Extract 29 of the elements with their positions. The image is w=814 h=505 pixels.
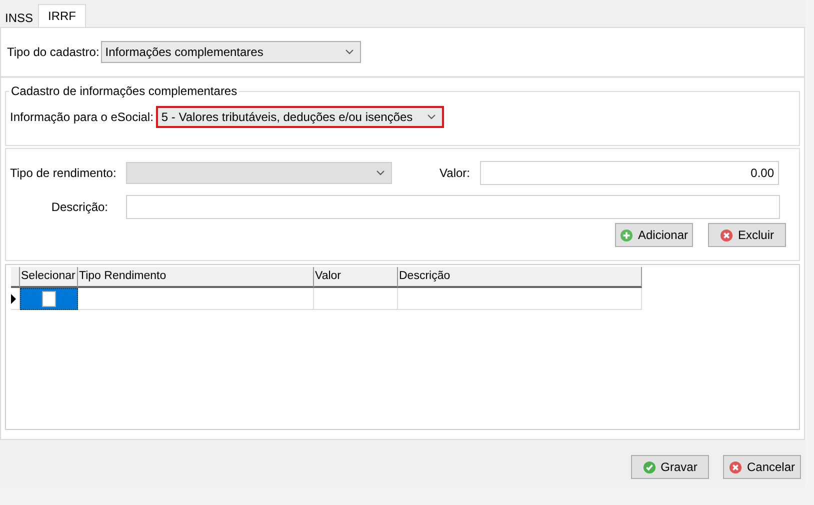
field-label: Tipo de rendimento:	[10, 166, 118, 180]
field-label: Descrição:	[50, 200, 108, 214]
checkbox[interactable]	[42, 291, 56, 307]
x-icon	[720, 228, 733, 242]
description-input[interactable]	[126, 195, 780, 219]
chevron-down-icon	[427, 114, 436, 120]
registration-type-dropdown[interactable]: Informações complementares	[101, 41, 362, 63]
group-title: Cadastro de informações complementares	[10, 84, 238, 98]
plus-icon	[620, 228, 633, 242]
column-header[interactable]: Tipo Rendimento	[78, 267, 314, 288]
column-header[interactable]: Valor	[314, 267, 398, 288]
save-button[interactable]: Gravar	[631, 455, 709, 479]
column-header[interactable]: Descrição	[398, 267, 642, 288]
field-label: Informação para o eSocial:	[10, 110, 154, 124]
field-label: Tipo do cadastro:	[7, 45, 100, 59]
checkmark-icon	[642, 460, 656, 474]
row-pointer-icon	[11, 294, 16, 304]
cancel-button[interactable]: Cancelar	[723, 455, 801, 479]
x-icon	[728, 460, 742, 474]
delete-button[interactable]: Excluir	[708, 223, 786, 247]
chevron-down-icon	[376, 170, 385, 176]
esocial-dropdown[interactable]: 5 - Valores tributáveis, deduções e/ou isenções	[156, 106, 444, 128]
header-corner	[11, 267, 20, 288]
add-button[interactable]: Adicionar	[615, 223, 693, 247]
tab[interactable]: IRRF	[38, 4, 86, 27]
value-input[interactable]: 0.00	[480, 161, 779, 185]
chevron-down-icon	[345, 49, 354, 55]
column-header[interactable]: Selecionar	[20, 267, 78, 288]
field-label: Valor:	[438, 166, 471, 180]
